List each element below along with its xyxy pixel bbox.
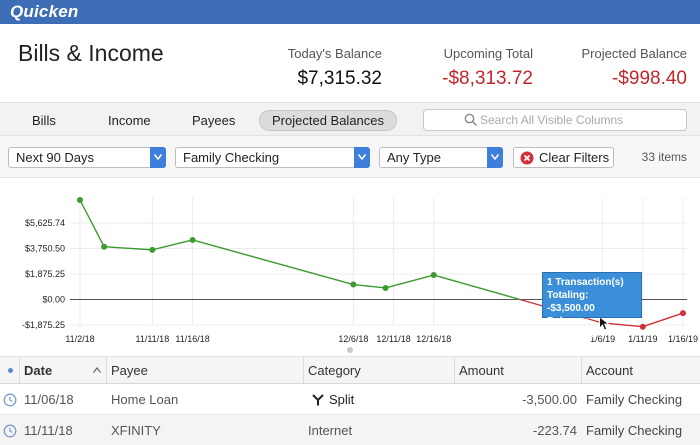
series-line-segment xyxy=(385,274,434,289)
title-bar: Quicken xyxy=(0,0,700,24)
x-tick-label: 12/6/18 xyxy=(338,334,368,344)
table-header: Date Payee Category Amount Account xyxy=(0,356,700,384)
account-dropdown[interactable]: Family Checking xyxy=(175,147,370,168)
y-tick-label: $5,625.74 xyxy=(25,218,65,228)
series-line-segment xyxy=(433,274,521,301)
account-value: Family Checking xyxy=(183,150,280,165)
period-value: Next 90 Days xyxy=(16,150,95,165)
data-point xyxy=(639,323,646,330)
chevron-down-icon xyxy=(487,147,503,168)
row-account: Family Checking xyxy=(586,392,683,407)
table-row[interactable]: 11/11/18 XFINITY Internet -223.74 Family… xyxy=(0,415,700,445)
column-header-date[interactable]: Date xyxy=(20,357,107,384)
split-icon xyxy=(312,394,324,406)
row-amount: -223.74 xyxy=(532,423,577,438)
data-point xyxy=(149,246,156,253)
column-header-payee[interactable]: Payee xyxy=(107,357,304,384)
period-dropdown[interactable]: Next 90 Days xyxy=(8,147,166,168)
column-header-amount[interactable]: Amount xyxy=(455,357,582,384)
row-category: Split xyxy=(312,384,354,415)
tooltip-line-totaling: Totaling: -$3,500.00 xyxy=(547,290,595,314)
projected-balance-label: Projected Balance xyxy=(581,46,687,61)
projected-balance-chart: $5,625.74 $3,750.50 $1,875.25 $0.00 -$1,875.… xyxy=(0,178,700,354)
x-tick-label: 1/16/19 xyxy=(668,334,698,344)
upcoming-total: Upcoming Total -$8,313.72 xyxy=(442,46,533,90)
x-tick-label: 12/11/18 xyxy=(376,334,410,344)
page-title: Bills & Income xyxy=(18,40,164,66)
type-dropdown[interactable]: Any Type xyxy=(379,147,503,168)
data-point xyxy=(77,197,83,204)
x-tick-label: 12/16/18 xyxy=(416,334,451,344)
clear-filters-button[interactable]: Clear Filters xyxy=(513,147,614,168)
data-point xyxy=(189,236,196,243)
row-payee: XFINITY xyxy=(111,423,161,438)
clock-icon xyxy=(3,424,17,438)
row-amount: -3,500.00 xyxy=(522,392,577,407)
clock-icon xyxy=(3,393,17,407)
tab-bar: Bills Income Payees Projected Balances xyxy=(0,102,700,136)
upcoming-total-value: -$8,313.72 xyxy=(442,68,533,89)
row-category: Internet xyxy=(308,423,353,438)
row-date: 11/06/18 xyxy=(24,392,74,407)
data-point xyxy=(680,310,686,317)
todays-balance-value: $7,315.32 xyxy=(297,68,382,89)
resize-handle[interactable] xyxy=(347,347,353,353)
page-header: Bills & Income Today's Balance $7,315.32… xyxy=(0,24,700,102)
chevron-down-icon xyxy=(354,147,370,168)
data-point xyxy=(382,284,389,291)
sort-ascending-icon xyxy=(93,367,101,373)
item-count: 33 items xyxy=(641,150,687,164)
row-account: Family Checking xyxy=(586,423,683,438)
series-line-segment xyxy=(192,239,354,286)
filter-bar: Next 90 Days Family Checking Any Type Cl… xyxy=(0,136,700,178)
upcoming-total-label: Upcoming Total xyxy=(443,46,533,61)
data-point xyxy=(350,281,357,288)
chevron-down-icon xyxy=(150,147,166,168)
projected-balance: Projected Balance -$998.40 xyxy=(581,46,687,90)
clear-x-icon xyxy=(520,151,534,165)
chart-tooltip: 1 Transaction(s) Totaling: -$3,500.00 Ba… xyxy=(542,272,642,340)
status-column-header[interactable] xyxy=(0,357,20,384)
row-payee: Home Loan xyxy=(111,392,179,407)
search-box[interactable] xyxy=(423,109,687,131)
column-header-category[interactable]: Category xyxy=(304,357,455,384)
y-tick-label: $0.00 xyxy=(42,294,65,304)
projected-balance-value: -$998.40 xyxy=(611,68,687,89)
todays-balance: Today's Balance $7,315.32 xyxy=(288,46,382,90)
status-dot-icon xyxy=(8,368,13,373)
tooltip-line-transactions: 1 Transaction(s) xyxy=(547,277,624,288)
search-input[interactable] xyxy=(480,112,680,128)
column-header-account[interactable]: Account xyxy=(582,357,700,384)
type-value: Any Type xyxy=(387,150,441,165)
y-tick-label: $1,875.25 xyxy=(25,269,65,279)
tab-income[interactable]: Income xyxy=(96,110,163,131)
data-point xyxy=(430,272,437,279)
tab-bills[interactable]: Bills xyxy=(20,110,68,131)
clear-filters-label: Clear Filters xyxy=(539,150,610,165)
data-point xyxy=(101,243,108,250)
tab-payees[interactable]: Payees xyxy=(180,110,247,131)
x-tick-label: 11/16/18 xyxy=(175,334,209,344)
series-line-segment xyxy=(353,283,386,289)
table-row[interactable]: 11/06/18 Home Loan Split -3,500.00 Famil… xyxy=(0,384,700,415)
row-category-label: Split xyxy=(329,392,355,407)
todays-balance-label: Today's Balance xyxy=(287,46,382,61)
x-tick-label: 11/11/18 xyxy=(136,334,170,344)
y-tick-label: -$1,875.25 xyxy=(22,320,65,330)
tab-projected-balances[interactable]: Projected Balances xyxy=(259,110,398,131)
row-date: 11/11/18 xyxy=(24,423,73,438)
quicken-logo: Quicken xyxy=(10,2,79,21)
x-tick-label: 11/2/18 xyxy=(65,334,94,344)
column-header-date-label: Date xyxy=(24,363,53,378)
search-icon xyxy=(464,113,478,127)
y-tick-label: $3,750.50 xyxy=(25,243,65,253)
tooltip-line-balance: Balance: -$1,727.16 xyxy=(547,316,595,340)
